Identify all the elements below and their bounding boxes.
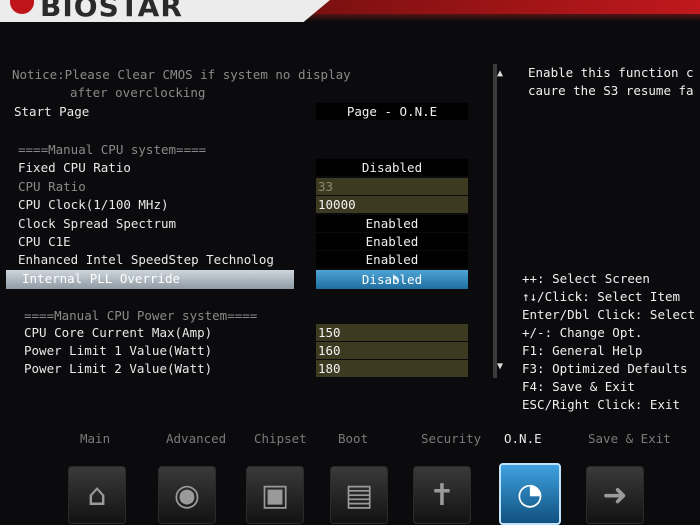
setting-row-clock-spread[interactable]: Clock Spread Spectrum Enabled [0, 215, 480, 233]
setting-label: CPU Ratio [18, 179, 86, 194]
scroll-up-icon[interactable]: ▲ [497, 68, 503, 79]
start-page-value[interactable]: Page - O.N.E [316, 103, 468, 120]
setting-value[interactable]: 160 [316, 342, 468, 359]
power-row-limit-2[interactable]: Power Limit 2 Value(Watt) 180 [6, 360, 480, 378]
speedometer-icon: ◔ [516, 476, 544, 512]
nav-label-security[interactable]: Security [421, 431, 481, 446]
logo-plate: BIOSTAR [0, 0, 330, 22]
nav-tile-boot[interactable]: ▤ [330, 466, 388, 524]
start-page-row[interactable]: Start Page Page - O.N.E [0, 103, 480, 121]
setting-label: CPU Clock(1/100 MHz) [18, 197, 169, 212]
section-cpu-system: ====Manual CPU system==== [18, 142, 207, 157]
header-bar: BIOSTAR [0, 0, 700, 22]
setting-value[interactable]: Enabled [316, 215, 468, 232]
setting-label: Power Limit 2 Value(Watt) [24, 361, 213, 376]
drives-icon: ▤ [344, 477, 374, 513]
key-hint: F3: Optimized Defaults [522, 361, 688, 376]
start-page-label: Start Page [14, 104, 90, 119]
setting-label: Fixed CPU Ratio [18, 160, 131, 175]
power-row-core-current[interactable]: CPU Core Current Max(Amp) 150 [6, 324, 480, 342]
nav-label-save-exit[interactable]: Save & Exit [588, 431, 671, 446]
setting-row-cpu-clock[interactable]: CPU Clock(1/100 MHz) 10000 [0, 196, 480, 214]
setting-label: CPU Core Current Max(Amp) [24, 325, 213, 340]
chip-icon: ▣ [260, 477, 290, 513]
power-row-limit-1[interactable]: Power Limit 1 Value(Watt) 160 [6, 342, 480, 360]
notice-line-2: after overclocking [70, 85, 206, 100]
nav-tile-chipset[interactable]: ▣ [246, 466, 304, 524]
key-hint: +/-: Change Opt. [522, 325, 643, 340]
scrollbar-track[interactable] [493, 64, 497, 378]
setting-row-cpu-c1e[interactable]: CPU C1E Enabled [0, 233, 480, 251]
setting-label: Internal PLL Override [22, 271, 181, 286]
help-panel: Enable this function c caure the S3 resu… [528, 64, 694, 100]
scroll-down-icon[interactable]: ▼ [497, 361, 503, 372]
setting-row-speedstep[interactable]: Enhanced Intel SpeedStep Technolog Enabl… [0, 251, 480, 269]
setting-value: 33 [316, 178, 468, 195]
nav-label-chipset[interactable]: Chipset [254, 431, 307, 446]
setting-row-fixed-cpu-ratio[interactable]: Fixed CPU Ratio Disabled [0, 159, 480, 177]
nav-label-boot[interactable]: Boot [338, 431, 368, 446]
exit-icon: ➜ [602, 477, 628, 513]
nav-tile-main[interactable]: ⌂ [68, 466, 126, 524]
setting-value[interactable]: Enabled [316, 233, 468, 250]
biostar-logo-icon [10, 0, 34, 14]
key-legend: ++: Select Screen ↑↓/Click: Select Item … [522, 270, 695, 414]
setting-value[interactable]: 10000 [316, 196, 468, 213]
section-cpu-power: ====Manual CPU Power system==== [24, 308, 258, 323]
setting-label: CPU C1E [18, 234, 71, 249]
mouse-cursor-icon: ↖ [392, 270, 401, 286]
setting-value[interactable]: Enabled [316, 251, 468, 268]
joystick-icon: ◉ [173, 477, 201, 513]
setting-label: Clock Spread Spectrum [18, 216, 177, 231]
nav-tile-save-exit[interactable]: ➜ [586, 466, 644, 524]
help-line-1: Enable this function c [528, 65, 694, 80]
nav-label-advanced[interactable]: Advanced [166, 431, 226, 446]
notice-line-1: Notice:Please Clear CMOS if system no di… [12, 67, 351, 82]
setting-value[interactable]: 180 [316, 360, 468, 377]
help-line-2: caure the S3 resume fa [528, 83, 694, 98]
key-hint: ++: Select Screen [522, 271, 650, 286]
nav-tile-security[interactable]: ✝ [413, 466, 471, 524]
home-icon: ⌂ [87, 477, 107, 513]
key-hint: ↑↓/Click: Select Item [522, 289, 681, 304]
nav-label-main[interactable]: Main [80, 431, 110, 446]
setting-row-cpu-ratio: CPU Ratio 33 [0, 178, 480, 196]
key-hint: Enter/Dbl Click: Select [522, 307, 696, 322]
nav-label-one[interactable]: O.N.E [504, 431, 542, 446]
nav-tile-advanced[interactable]: ◉ [158, 466, 216, 524]
header-stripe [310, 0, 700, 14]
setting-value[interactable]: Disabled [316, 159, 468, 176]
setting-label: Power Limit 1 Value(Watt) [24, 343, 213, 358]
setting-label: Enhanced Intel SpeedStep Technolog [18, 252, 274, 267]
key-hint: F1: General Help [522, 343, 643, 358]
nav-tile-one[interactable]: ◔ [499, 463, 561, 525]
brand-logo-text: BIOSTAR [40, 0, 183, 23]
key-hint: ESC/Right Click: Exit [522, 397, 681, 412]
shield-icon: ✝ [429, 477, 455, 513]
setting-value[interactable]: 150 [316, 324, 468, 341]
key-hint: F4: Save & Exit [522, 379, 635, 394]
